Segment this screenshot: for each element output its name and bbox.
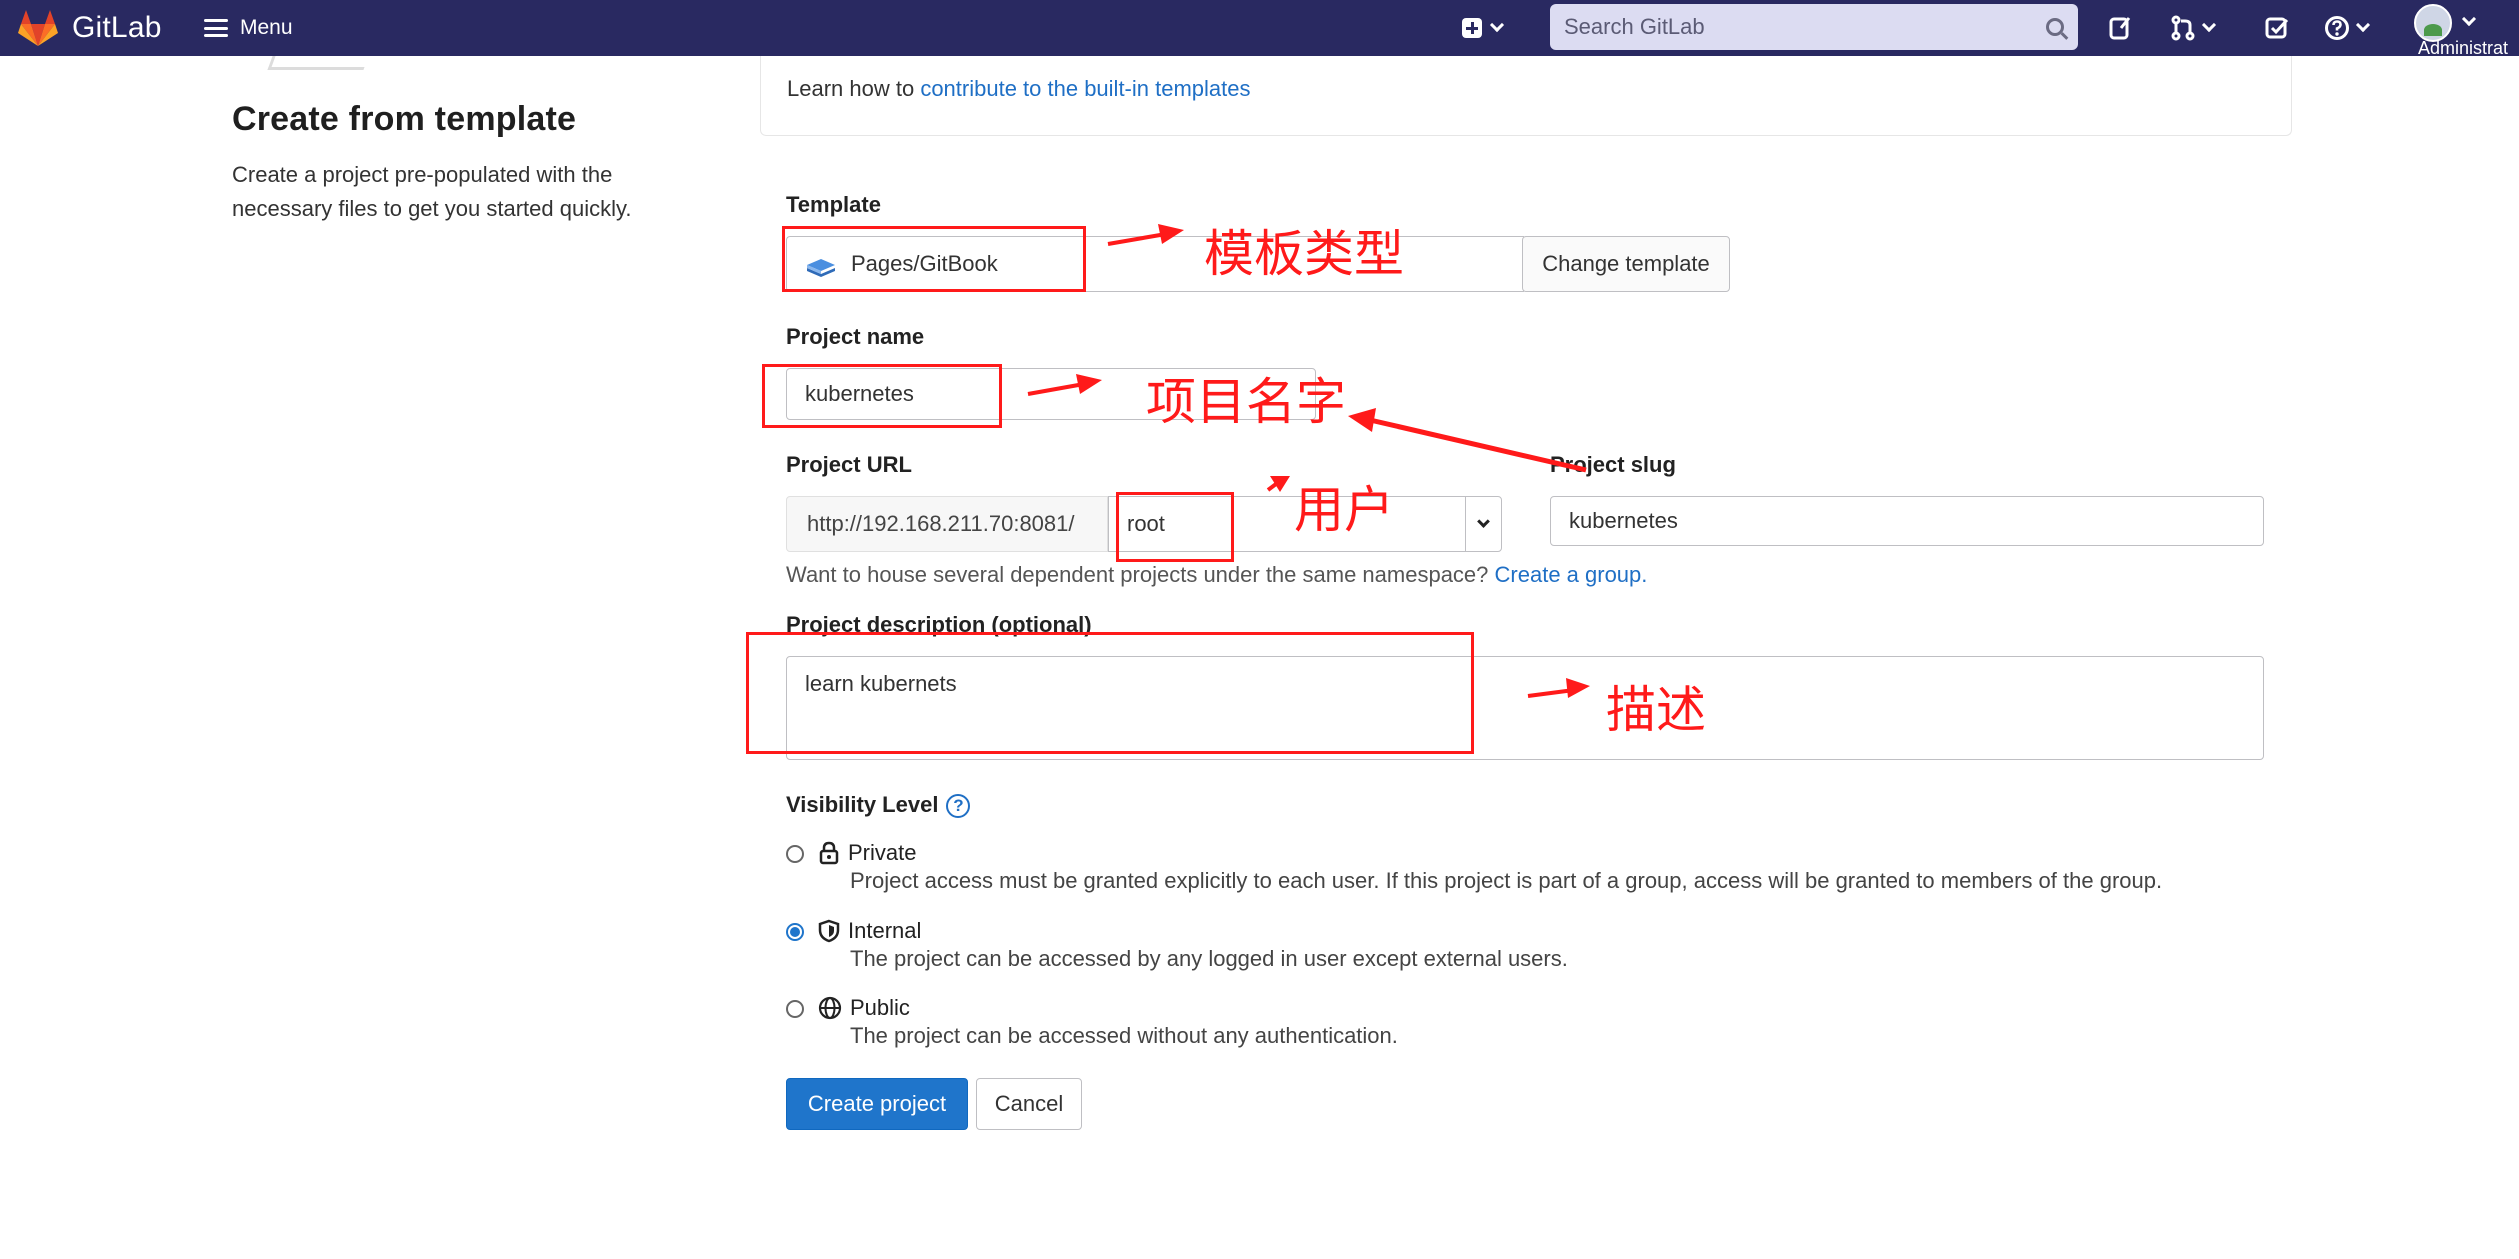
private-description: Project access must be granted explicitl… <box>850 868 2163 893</box>
lock-icon <box>819 841 839 865</box>
annotation-box-template <box>782 226 1086 292</box>
gitlab-logo-icon <box>18 9 58 47</box>
private-title: Private <box>848 840 917 865</box>
project-slug-label: Project slug <box>1550 452 1676 477</box>
project-url-prefix: http://192.168.211.70:8081/ <box>786 496 1108 552</box>
annotation-user: 用户 <box>1294 481 1394 539</box>
search-icon <box>2046 18 2064 36</box>
annotation-project-name: 项目名字 <box>1146 373 1346 431</box>
project-slug-field[interactable]: kubernetes <box>1550 496 2264 546</box>
project-slug-value: kubernetes <box>1569 508 1678 533</box>
learn-prefix: Learn how to <box>787 76 921 101</box>
merge-requests-button[interactable] <box>2170 10 2217 46</box>
chevron-down-icon <box>1477 514 1490 528</box>
brand-name: GitLab <box>72 11 162 44</box>
chevron-down-icon <box>1489 17 1505 33</box>
globe-icon <box>818 996 842 1020</box>
brand[interactable]: GitLab <box>18 0 162 56</box>
chevron-down-icon <box>2201 17 2217 33</box>
template-label: Template <box>786 192 881 217</box>
menu-label: Menu <box>240 16 293 39</box>
top-navbar: GitLab Menu Search GitLab Administrat <box>0 0 2519 58</box>
namespace-hint: Want to house several dependent projects… <box>786 562 1647 588</box>
annotation-template-type: 模板类型 <box>1204 225 1404 283</box>
namespace-dropdown-toggle[interactable] <box>1465 497 1501 551</box>
search-box[interactable] <box>1550 4 2078 50</box>
page-description: Create a project pre-populated with the … <box>232 162 632 221</box>
help-circle-icon[interactable]: ? <box>946 794 971 819</box>
page-title: Create from template <box>232 100 577 138</box>
issues-icon <box>2109 17 2131 40</box>
cancel-button[interactable]: Cancel <box>976 1078 1082 1130</box>
annotation-box-description <box>746 632 1474 754</box>
search-input[interactable] <box>1564 14 2046 40</box>
annotation-description: 描述 <box>1606 681 1706 739</box>
visibility-level-label: Visibility Level? <box>786 792 971 819</box>
menu-button[interactable]: Menu <box>204 0 293 56</box>
new-dropdown-button[interactable] <box>1462 12 1505 44</box>
chevron-down-icon[interactable] <box>2461 11 2477 27</box>
visibility-level-text: Visibility Level <box>786 792 939 817</box>
contribute-templates-link[interactable]: contribute to the built-in templates <box>920 76 1250 101</box>
avatar[interactable] <box>2414 4 2452 42</box>
help-icon <box>2325 16 2349 40</box>
todos-button[interactable] <box>2264 10 2290 46</box>
create-group-link[interactable]: Create a group. <box>1495 562 1648 587</box>
template-illustration <box>267 56 369 70</box>
private-radio[interactable] <box>786 845 804 863</box>
merge-request-icon <box>2171 15 2195 41</box>
public-description: The project can be accessed without any … <box>850 1023 1398 1048</box>
internal-title: Internal <box>848 918 922 943</box>
namespace-hint-text: Want to house several dependent projects… <box>786 562 1495 587</box>
issues-button[interactable] <box>2108 10 2134 46</box>
project-url-label: Project URL <box>786 452 912 477</box>
learn-templates-box: Learn how to contribute to the built-in … <box>760 56 2292 136</box>
create-project-button[interactable]: Create project <box>786 1078 968 1130</box>
internal-radio[interactable] <box>786 923 804 941</box>
visibility-option-private[interactable]: Private Project access must be granted e… <box>786 840 2162 894</box>
hamburger-icon <box>204 19 228 37</box>
user-name-label: Administrat <box>2418 38 2509 58</box>
chevron-down-icon <box>2355 17 2371 33</box>
visibility-option-public[interactable]: Public The project can be accessed witho… <box>786 995 1398 1049</box>
annotation-box-project-name <box>762 364 1002 428</box>
plus-square-icon <box>1462 18 1482 38</box>
help-button[interactable] <box>2324 10 2371 46</box>
todo-check-icon <box>2265 17 2289 39</box>
annotation-box-namespace <box>1116 492 1234 562</box>
public-title: Public <box>850 995 910 1020</box>
visibility-option-internal[interactable]: Internal The project can be accessed by … <box>786 918 1568 972</box>
public-radio[interactable] <box>786 1000 804 1018</box>
change-template-button[interactable]: Change template <box>1522 236 1730 292</box>
internal-description: The project can be accessed by any logge… <box>850 946 1568 971</box>
project-name-label: Project name <box>786 324 925 349</box>
shield-icon <box>818 919 840 943</box>
